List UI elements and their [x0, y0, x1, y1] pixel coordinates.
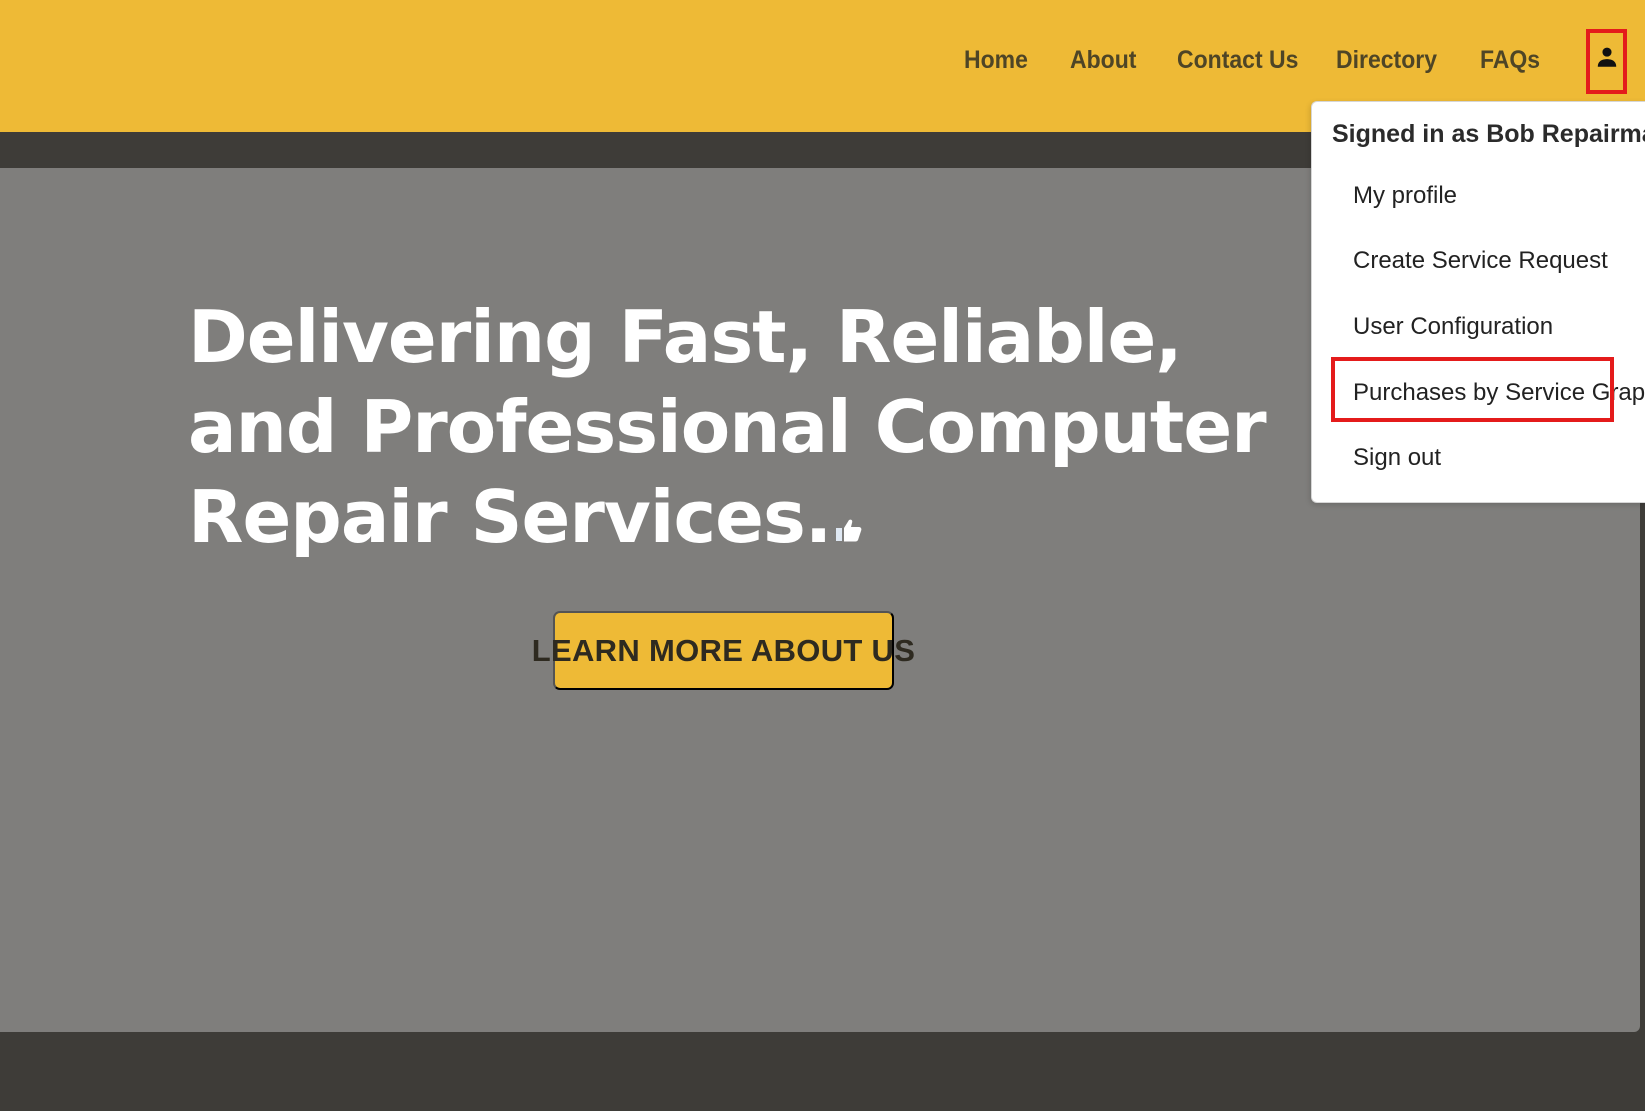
signed-in-header: Signed in as Bob Repairman [1332, 120, 1645, 148]
hero-title-text: Delivering Fast, Reliable, and Professio… [188, 295, 1267, 559]
nav-about-link[interactable]: About [1070, 40, 1136, 80]
user-dropdown-menu: Signed in as Bob Repairman My profile Cr… [1311, 101, 1645, 503]
nav-contact-link[interactable]: Contact Us [1177, 40, 1298, 80]
menu-item-user-configuration[interactable]: User Configuration [1353, 307, 1553, 347]
nav-directory-link[interactable]: Directory [1336, 40, 1437, 80]
menu-item-my-profile[interactable]: My profile [1353, 176, 1457, 216]
menu-item-create-service-request[interactable]: Create Service Request [1353, 241, 1608, 281]
user-menu-button[interactable] [1586, 29, 1627, 94]
learn-more-button[interactable]: LEARN MORE ABOUT US [532, 611, 915, 690]
page: Home About Contact Us Directory FAQs Del… [0, 0, 1645, 1111]
nav-home-link[interactable]: Home [964, 40, 1028, 80]
thumbs-up-icon [836, 519, 862, 542]
menu-item-sign-out[interactable]: Sign out [1353, 438, 1441, 478]
highlight-annotation-box [1331, 357, 1614, 422]
hero-title: Delivering Fast, Reliable, and Professio… [188, 292, 1308, 562]
next-section-band [0, 1032, 1645, 1111]
person-icon [1597, 47, 1616, 67]
nav-faqs-link[interactable]: FAQs [1480, 40, 1540, 80]
